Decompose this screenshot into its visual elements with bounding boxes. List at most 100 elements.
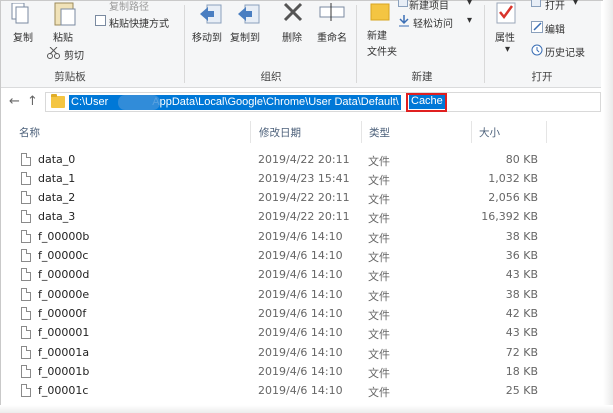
column-header-type[interactable]: 类型 (369, 125, 390, 140)
ribbon: 复制 粘贴 复制路径 粘贴快捷方式 剪切 剪贴板 移动到 复制到 删除 重命名 … (1, 0, 601, 88)
list-item[interactable]: f_00001c 2019/4/6 14:10 文件 25 KB (1, 382, 601, 401)
file-size: 80 KB (505, 153, 538, 166)
organize-group-label: 组织 (260, 71, 282, 83)
file-modified: 2019/4/6 14:10 (258, 365, 343, 378)
chevron-down-icon: ▾ (505, 44, 511, 55)
open-button[interactable]: 打开 (545, 0, 565, 12)
explorer-window: 复制 粘贴 复制路径 粘贴快捷方式 剪切 剪贴板 移动到 复制到 删除 重命名 … (0, 0, 611, 411)
column-divider[interactable] (471, 121, 472, 143)
list-item[interactable]: f_00000e 2019/4/6 14:10 文件 38 KB (1, 286, 601, 305)
column-divider[interactable] (546, 121, 547, 143)
file-type: 文件 (368, 348, 390, 361)
file-type: 文件 (368, 174, 390, 187)
column-divider[interactable] (361, 121, 362, 143)
copy-path-button[interactable]: 复制路径 (109, 0, 149, 13)
list-item[interactable]: f_00000d 2019/4/6 14:10 文件 43 KB (1, 266, 601, 285)
file-type: 文件 (368, 193, 390, 206)
delete-button[interactable]: 删除 (282, 29, 302, 44)
file-type: 文件 (368, 290, 390, 303)
path-middle: AppData\Local\Google\Chrome\User Data\De… (152, 96, 399, 108)
list-item[interactable]: data_3 2019/4/22 20:11 文件 16,392 KB (1, 208, 601, 227)
up-arrow-icon[interactable]: ↑ (27, 94, 38, 109)
file-type: 文件 (368, 270, 390, 283)
file-modified: 2019/4/6 14:10 (258, 346, 343, 359)
properties-button[interactable]: 属性 (495, 29, 515, 44)
file-size: 43 KB (505, 268, 538, 281)
list-item[interactable]: f_00000b 2019/4/6 14:10 文件 38 KB (1, 228, 601, 247)
open-group-label: 打开 (531, 71, 553, 83)
new-item-button[interactable]: 新建项目 (409, 0, 449, 12)
file-icon (21, 326, 31, 339)
easy-access-icon (399, 15, 409, 27)
file-name: data_1 (38, 172, 76, 185)
paste-shortcut-button[interactable]: 粘贴快捷方式 (109, 15, 169, 30)
column-header-size[interactable]: 大小 (479, 125, 500, 140)
list-item[interactable]: data_1 2019/4/23 15:41 文件 1,032 KB (1, 170, 601, 189)
file-size: 43 KB (505, 326, 538, 339)
file-icon (21, 384, 31, 397)
column-header-modified[interactable]: 修改日期 (259, 125, 301, 140)
move-to-icon (200, 4, 222, 24)
file-size: 36 KB (505, 249, 538, 262)
list-item[interactable]: f_00000f 2019/4/6 14:10 文件 42 KB (1, 305, 601, 324)
file-size: 42 KB (505, 307, 538, 320)
easy-access-button[interactable]: 轻松访问 (413, 15, 453, 30)
back-arrow-icon[interactable]: ← (9, 94, 20, 109)
new-group-label: 新建 (411, 71, 433, 83)
file-type: 文件 (368, 251, 390, 264)
file-icon (21, 172, 31, 185)
list-item[interactable]: data_0 2019/4/22 20:11 文件 80 KB (1, 151, 601, 170)
properties-icon (496, 2, 516, 24)
list-item[interactable]: data_2 2019/4/22 20:11 文件 2,056 KB (1, 189, 601, 208)
history-button[interactable]: 历史记录 (545, 44, 585, 59)
file-type: 文件 (368, 328, 390, 341)
file-name: f_00000b (38, 230, 90, 243)
list-item[interactable]: f_00001b 2019/4/6 14:10 文件 18 KB (1, 363, 601, 382)
new-folder-button[interactable]: 新建 文件夹 (367, 29, 397, 61)
ribbon-divider (484, 5, 485, 83)
file-icon (21, 153, 31, 166)
file-modified: 2019/4/6 14:10 (258, 268, 343, 281)
file-modified: 2019/4/6 14:10 (258, 288, 343, 301)
column-divider[interactable] (250, 121, 251, 143)
chevron-down-icon: ▾ (467, 15, 473, 26)
copy-button[interactable]: 复制 (13, 29, 33, 44)
file-icon (21, 230, 31, 243)
file-icon (21, 365, 31, 378)
column-header-name[interactable]: 名称 (19, 125, 40, 140)
copy-to-button[interactable]: 复制到 (230, 29, 260, 44)
file-name: data_0 (38, 153, 76, 166)
list-item[interactable]: f_00001a 2019/4/6 14:10 文件 72 KB (1, 344, 601, 363)
edit-button[interactable]: 编辑 (545, 21, 565, 36)
file-modified: 2019/4/22 20:11 (258, 210, 350, 223)
address-bar[interactable]: C:\User AppData\Local\Google\Chrome\User … (45, 92, 601, 112)
file-name: f_00001b (38, 365, 90, 378)
open-icon (531, 0, 541, 7)
folder-icon (51, 94, 65, 108)
file-type: 文件 (368, 232, 390, 245)
highlight-box (406, 93, 447, 112)
file-name: f_00000d (38, 268, 90, 281)
ribbon-divider (184, 5, 185, 83)
chevron-down-icon: ▾ (573, 0, 579, 8)
chevron-down-icon: ▾ (467, 0, 473, 8)
file-type: 文件 (368, 309, 390, 322)
file-name: data_3 (38, 210, 76, 223)
clipboard-group-label: 剪贴板 (54, 71, 86, 83)
cut-button[interactable]: 剪切 (64, 47, 84, 62)
file-size: 1,032 KB (488, 172, 538, 185)
window-shadow-bottom (0, 405, 613, 413)
move-to-button[interactable]: 移动到 (192, 29, 222, 44)
file-icon (21, 210, 31, 223)
delete-icon (283, 2, 303, 22)
file-icon (21, 288, 31, 301)
paste-button[interactable]: 粘贴 (53, 29, 73, 44)
file-modified: 2019/4/6 14:10 (258, 230, 343, 243)
scissors-icon (47, 47, 60, 59)
paste-icon (54, 2, 76, 26)
list-item[interactable]: f_00000c 2019/4/6 14:10 文件 36 KB (1, 247, 601, 266)
rename-button[interactable]: 重命名 (317, 29, 347, 44)
edit-icon (531, 21, 543, 33)
file-icon (21, 346, 31, 359)
list-item[interactable]: f_000001 2019/4/6 14:10 文件 43 KB (1, 324, 601, 343)
